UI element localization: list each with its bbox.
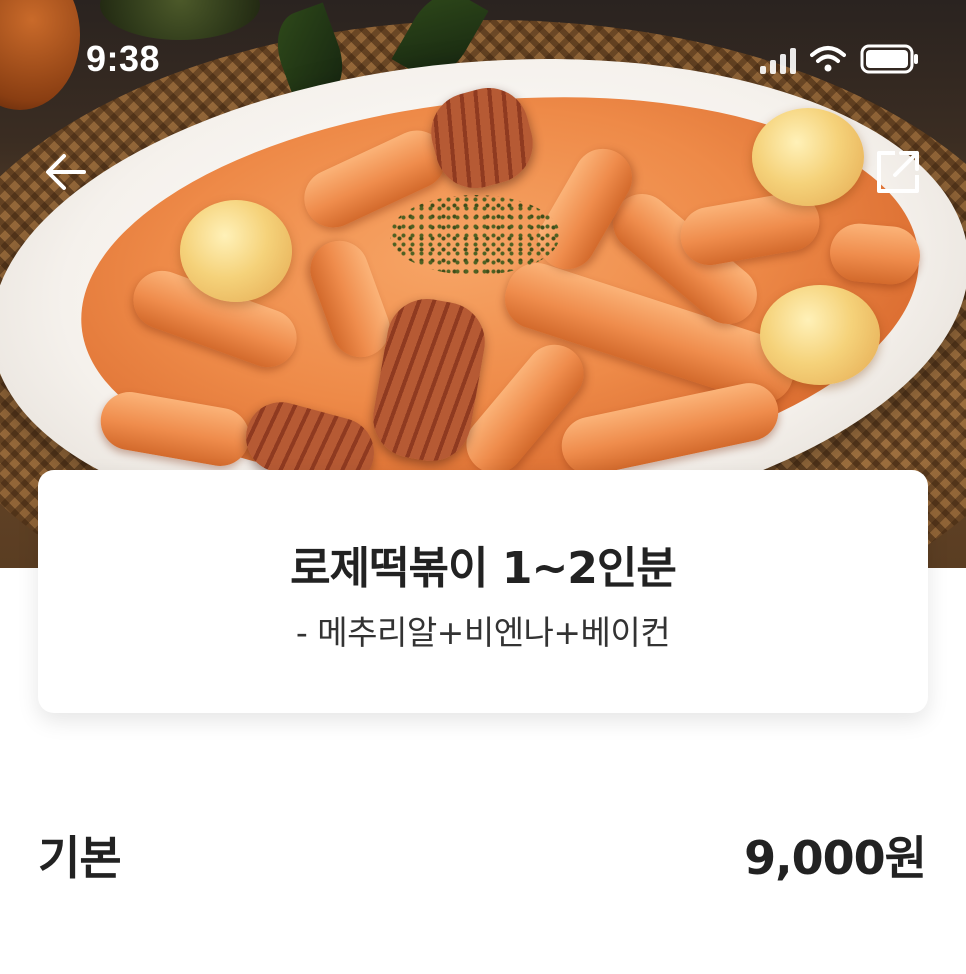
menu-title: 로제떡볶이 1~2인분 bbox=[290, 543, 677, 594]
arrow-left-icon bbox=[46, 154, 86, 190]
back-button[interactable] bbox=[42, 148, 90, 196]
parsley-garnish bbox=[390, 195, 560, 275]
quail-egg bbox=[752, 108, 864, 206]
menu-info-card: 로제떡볶이 1~2인분 - 메추리알+비엔나+베이컨 bbox=[38, 470, 928, 713]
price-row: 기본 9,000원 bbox=[38, 822, 927, 888]
price-label: 기본 bbox=[38, 831, 122, 885]
quail-egg bbox=[760, 285, 880, 385]
menu-detail-screen: 9:38 로제떡볶이 1~2인분 - 메추리알+비엔나+베이컨 기본 9,000… bbox=[0, 0, 966, 974]
pumpkin-decoration bbox=[0, 0, 80, 110]
share-external-icon bbox=[877, 151, 919, 193]
share-button[interactable] bbox=[874, 148, 922, 196]
quail-egg bbox=[180, 200, 292, 302]
menu-description: - 메추리알+비엔나+베이컨 bbox=[295, 613, 671, 652]
status-time: 9:38 bbox=[86, 38, 161, 79]
wifi-icon bbox=[810, 45, 846, 73]
battery-icon bbox=[860, 44, 920, 74]
price-value: 9,000원 bbox=[744, 831, 927, 885]
signal-icon bbox=[760, 44, 796, 74]
herb-bowl bbox=[100, 0, 260, 40]
status-icons bbox=[760, 44, 920, 74]
